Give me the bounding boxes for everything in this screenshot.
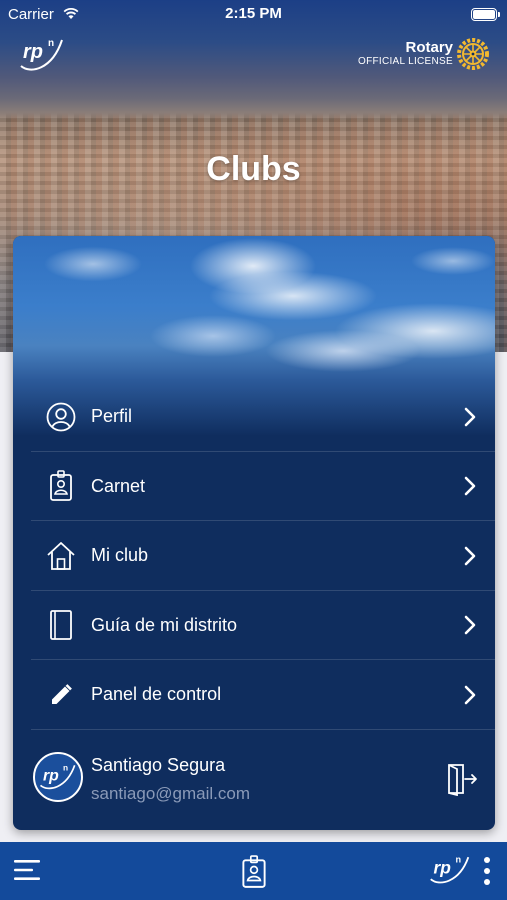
rp-logo-icon[interactable]: rp n	[428, 848, 472, 892]
id-badge-icon[interactable]	[241, 855, 267, 889]
avatar[interactable]: rp n	[33, 752, 83, 802]
menu-item-guia-distrito[interactable]: Guía de mi distrito	[13, 591, 495, 661]
rotary-official-license: Rotary OFFICIAL LICENSE	[358, 38, 489, 70]
menu-item-panel-control[interactable]: Panel de control	[13, 660, 495, 730]
svg-text:rp: rp	[434, 858, 452, 878]
menu-item-label: Panel de control	[91, 684, 222, 705]
svg-text:n: n	[456, 855, 462, 865]
svg-text:n: n	[48, 38, 54, 49]
chevron-right-icon	[464, 615, 476, 635]
menu-card: Perfil Carnet Mi club Guía de mi distrit…	[13, 236, 495, 830]
status-bar: Carrier 2:15 PM	[0, 0, 507, 28]
svg-text:rp: rp	[43, 767, 59, 784]
profile-footer: rp n Santiago Segura santiago@gmail.com	[13, 731, 495, 830]
rotary-license: OFFICIAL LICENSE	[357, 56, 453, 67]
profile-name: Santiago Segura	[91, 755, 226, 775]
menu-item-label: Mi club	[91, 545, 149, 566]
menu-item-label: Perfil	[91, 406, 133, 427]
chevron-right-icon	[464, 685, 476, 705]
rp-logo: rp n	[20, 38, 63, 71]
chevron-right-icon	[464, 546, 476, 566]
svg-text:n: n	[63, 762, 68, 772]
logout-icon[interactable]	[445, 762, 479, 796]
clock: 2:15 PM	[225, 5, 282, 22]
menu-item-perfil[interactable]: Perfil	[13, 382, 495, 452]
rp-logo-icon: rp n	[39, 762, 76, 790]
more-options-icon[interactable]	[480, 856, 494, 886]
menu-item-label: Carnet	[91, 475, 146, 496]
chevron-right-icon	[464, 476, 476, 496]
svg-text:rp: rp	[23, 41, 43, 63]
chevron-right-icon	[464, 407, 476, 427]
battery-icon	[471, 8, 500, 21]
bottom-toolbar: rp n	[0, 842, 507, 900]
menu-item-label: Guía de mi distrito	[91, 614, 238, 635]
page-title: Clubs	[206, 150, 301, 188]
menu-item-carnet[interactable]: Carnet	[13, 452, 495, 522]
home-icon	[45, 540, 77, 572]
menu-icon[interactable]	[14, 858, 40, 882]
book-icon	[45, 609, 77, 641]
rotary-wheel-icon	[457, 38, 489, 70]
menu-item-mi-club[interactable]: Mi club	[13, 521, 495, 591]
menu-list: Perfil Carnet Mi club Guía de mi distrit…	[13, 382, 495, 730]
rotary-name: Rotary	[405, 39, 453, 56]
user-circle-icon	[45, 401, 77, 433]
profile-email: santiago@gmail.com	[91, 784, 250, 803]
id-badge-icon	[45, 470, 77, 502]
pencil-icon	[45, 679, 77, 711]
